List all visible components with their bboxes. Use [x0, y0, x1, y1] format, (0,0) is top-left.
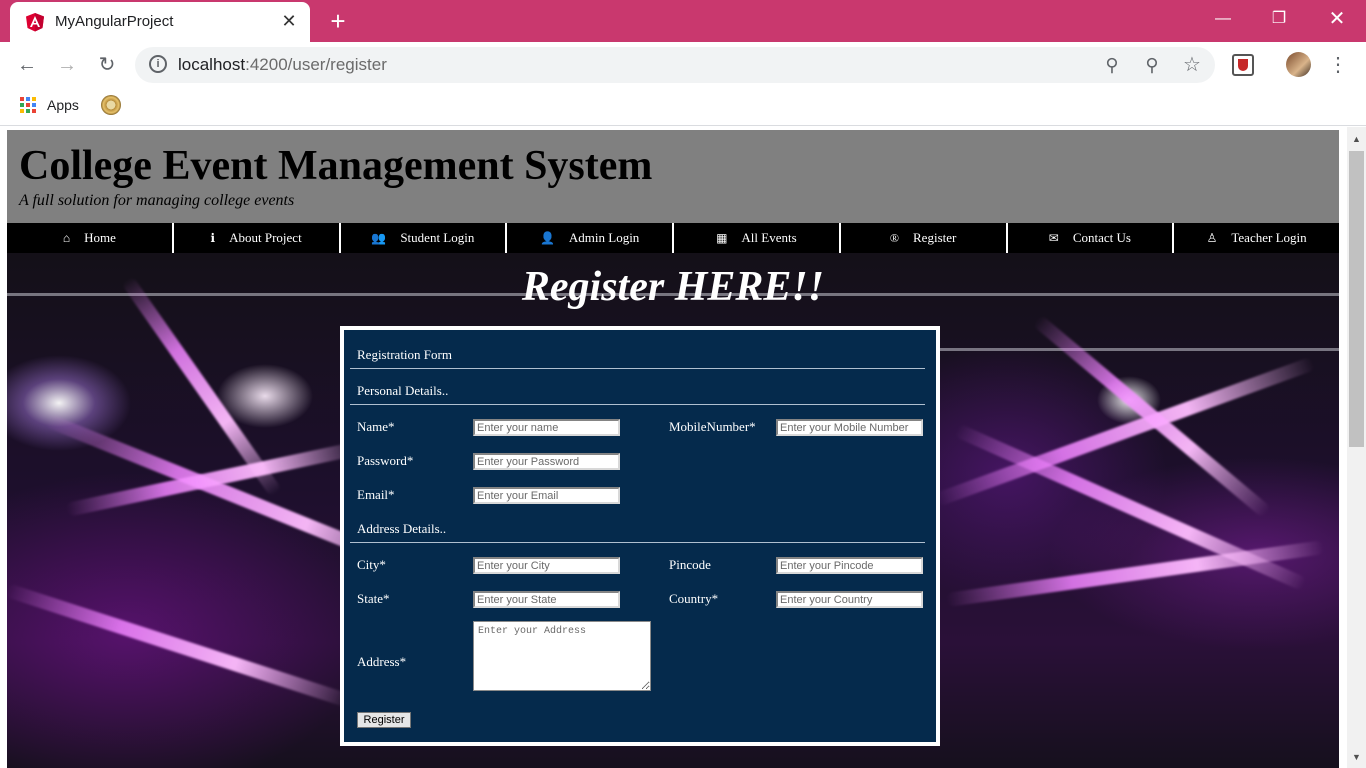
nav-label: Home: [84, 230, 116, 245]
user-outline-icon: ♙: [1206, 230, 1218, 245]
envelope-icon: ✉: [1048, 230, 1059, 245]
country-label: Country*: [669, 591, 719, 606]
nav-about-project[interactable]: ℹ About Project: [173, 223, 339, 253]
nav-label: Teacher Login: [1231, 230, 1307, 245]
back-arrow-icon[interactable]: ←: [12, 50, 42, 80]
page-heading: Register HERE!!: [521, 264, 825, 310]
bookmarks-bar: Apps: [0, 88, 1366, 126]
light-beam: [934, 356, 1316, 507]
url-host: localhost: [178, 55, 246, 74]
home-icon: ⌂: [62, 230, 71, 245]
scroll-up-arrow-icon[interactable]: ▲: [1347, 131, 1366, 148]
nav-teacher-login[interactable]: ♙ Teacher Login: [1174, 223, 1339, 253]
browser-tab-active[interactable]: MyAngularProject ✕: [10, 2, 310, 42]
page-scrollbar[interactable]: ▲ ▼: [1347, 127, 1366, 768]
scrollbar-thumb[interactable]: [1349, 151, 1364, 447]
nav-all-events[interactable]: ▦ All Events: [674, 223, 839, 253]
apps-bookmark-label[interactable]: Apps: [47, 97, 79, 113]
star-icon[interactable]: ☆: [1180, 53, 1204, 77]
nav-label: All Events: [741, 230, 797, 245]
info-icon: ℹ: [210, 230, 216, 245]
page-viewport: College Event Management System A full s…: [0, 127, 1347, 768]
nav-student-login[interactable]: 👥 Student Login: [340, 223, 506, 253]
extension-icon[interactable]: [1232, 54, 1254, 76]
site-title: College Event Management System: [19, 143, 653, 189]
angular-favicon-icon: [26, 13, 44, 32]
form-title: Registration Form: [357, 347, 452, 362]
minimize-window-icon[interactable]: —: [1194, 0, 1252, 40]
nav-label: Student Login: [400, 230, 475, 245]
address-details-heading: Address Details..: [357, 521, 447, 536]
state-label: State*: [357, 591, 390, 606]
main-nav: ⌂ Home ℹ About Project 👥 Student Login 👤 Adm…: [7, 223, 1339, 253]
url-path: :4200/user/register: [245, 55, 387, 74]
divider: [350, 542, 925, 543]
light-beam: [7, 583, 352, 708]
profile-avatar[interactable]: [1286, 52, 1311, 77]
registered-icon: ®: [889, 230, 900, 245]
zoom-out-icon[interactable]: ⚲: [1140, 53, 1164, 77]
site-header: College Event Management System A full s…: [7, 130, 1339, 223]
scroll-down-arrow-icon[interactable]: ▼: [1347, 749, 1366, 766]
address-bar[interactable]: i localhost:4200/user/register ⚲ ⚲ ☆: [135, 47, 1215, 83]
nav-contact-us[interactable]: ✉ Contact Us: [1007, 223, 1173, 253]
email-label: Email*: [357, 487, 395, 502]
forward-arrow-icon[interactable]: →: [52, 50, 82, 80]
divider: [350, 368, 925, 369]
nav-home[interactable]: ⌂ Home: [7, 223, 172, 253]
tab-title: MyAngularProject: [55, 13, 174, 30]
stage-truss: [907, 348, 1339, 351]
restore-window-icon[interactable]: ❐: [1250, 0, 1308, 40]
calendar-icon: ▦: [716, 230, 728, 245]
key-icon[interactable]: ⚲: [1100, 53, 1124, 77]
email-input[interactable]: [473, 487, 620, 504]
registration-form: Registration Form Personal Details.. Nam…: [344, 330, 936, 742]
nav-label: About Project: [229, 230, 302, 245]
site-info-icon[interactable]: i: [149, 55, 167, 73]
divider: [350, 404, 925, 405]
bookmark-favicon-icon[interactable]: [101, 95, 121, 115]
tab-close-icon[interactable]: ✕: [278, 10, 300, 32]
city-input[interactable]: [473, 557, 620, 574]
mobile-number-input[interactable]: [776, 419, 923, 436]
browser-tab-strip: MyAngularProject ✕ + — ❐ ✕: [0, 0, 1366, 42]
nav-label: Register: [913, 230, 957, 245]
state-input[interactable]: [473, 591, 620, 608]
nav-label: Admin Login: [568, 230, 640, 245]
name-label: Name*: [357, 419, 395, 434]
address-label: Address*: [357, 654, 407, 669]
personal-details-heading: Personal Details..: [357, 383, 449, 398]
reload-icon[interactable]: ↻: [92, 50, 122, 80]
menu-kebab-icon[interactable]: ⋮: [1328, 50, 1348, 80]
site-tagline: A full solution for managing college eve…: [19, 192, 295, 209]
nav-admin-login[interactable]: 👤 Admin Login: [507, 223, 672, 253]
apps-grid-icon[interactable]: [20, 97, 36, 113]
register-button[interactable]: Register: [357, 712, 411, 728]
pincode-input[interactable]: [776, 557, 923, 574]
registration-form-card: Registration Form Personal Details.. Nam…: [340, 326, 940, 746]
password-input[interactable]: [473, 453, 620, 470]
address-textarea[interactable]: [473, 621, 651, 691]
url-text[interactable]: localhost:4200/user/register: [178, 55, 387, 75]
nav-register[interactable]: ® Register: [840, 223, 1006, 253]
name-input[interactable]: [473, 419, 620, 436]
close-window-icon[interactable]: ✕: [1308, 0, 1366, 40]
users-icon: 👥: [371, 230, 387, 245]
new-tab-button[interactable]: +: [325, 8, 351, 34]
nav-label: Contact Us: [1072, 230, 1131, 245]
password-label: Password*: [357, 453, 414, 468]
pincode-label: Pincode: [669, 557, 711, 572]
country-input[interactable]: [776, 591, 923, 608]
user-icon: 👤: [539, 230, 555, 245]
city-label: City*: [357, 557, 386, 572]
browser-toolbar: ← → ↻ i localhost:4200/user/register ⚲ ⚲…: [0, 42, 1366, 88]
mobile-label: MobileNumber*: [669, 419, 756, 434]
concert-background-image: Register HERE!! Registration Form Person…: [7, 253, 1339, 768]
